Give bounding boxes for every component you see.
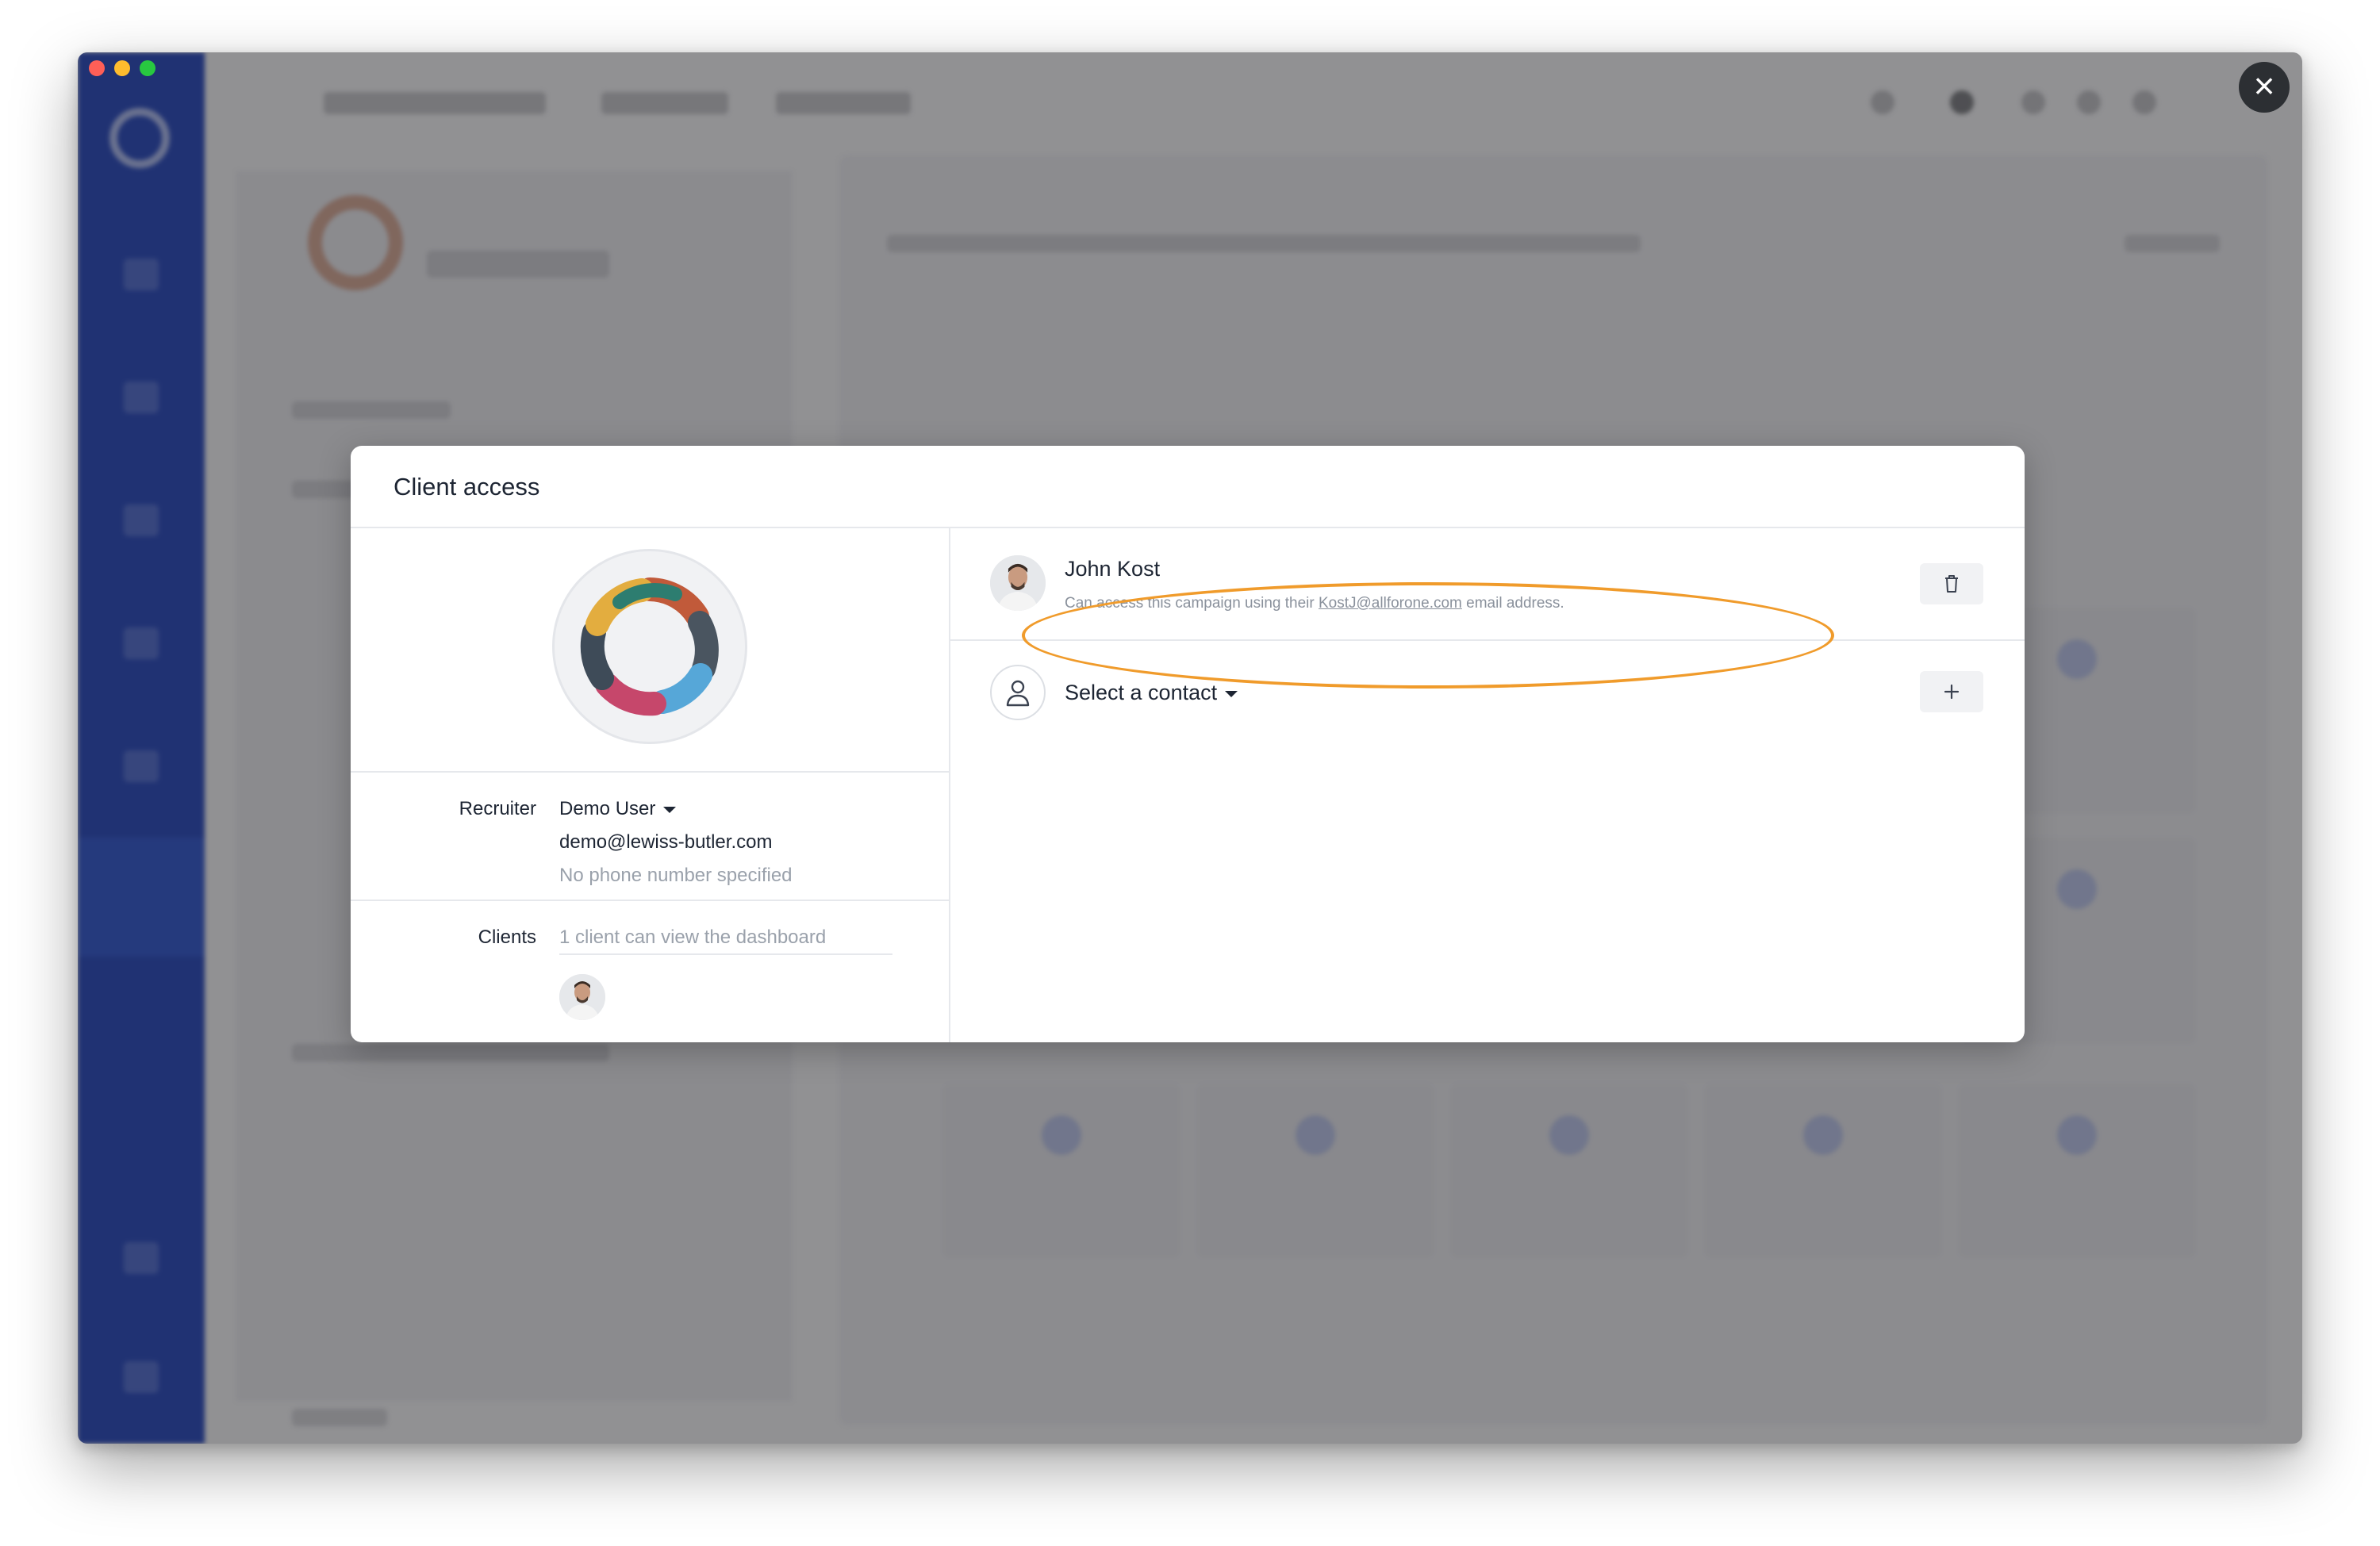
campaign-logo	[552, 549, 747, 744]
recruiter-name: Demo User	[559, 798, 656, 819]
recruiter-phone: No phone number specified	[559, 865, 793, 886]
contact-row: John Kost Can access this campaign using…	[950, 528, 2025, 639]
select-contact-label: Select a contact	[1065, 681, 1218, 704]
add-contact-button[interactable]	[1920, 671, 1983, 712]
divider	[351, 771, 949, 773]
add-contact-row: Select a contact	[950, 641, 2025, 752]
person-icon	[990, 665, 1046, 720]
app-window: × Client access Recruiter Demo User demo…	[78, 52, 2302, 1444]
contact-avatar	[990, 555, 1046, 611]
minimize-window-button[interactable]	[114, 60, 130, 76]
plus-icon	[1944, 684, 1960, 700]
modal-title: Client access	[393, 473, 540, 501]
contact-email-link[interactable]: KostJ@allforone.com	[1319, 595, 1462, 612]
contact-access-description: Can access this campaign using their Kos…	[1065, 595, 1564, 612]
divider	[351, 900, 949, 901]
clients-label: Clients	[478, 926, 536, 948]
hands-ring-icon	[580, 577, 719, 716]
recruiter-email: demo@lewiss-butler.com	[559, 831, 773, 853]
close-window-button[interactable]	[89, 60, 105, 76]
recruiter-label: Recruiter	[459, 798, 536, 819]
caret-down-icon	[663, 806, 677, 813]
contact-name: John Kost	[1065, 557, 1161, 581]
maximize-window-button[interactable]	[140, 60, 155, 76]
client-avatar[interactable]	[559, 974, 605, 1020]
close-icon[interactable]: ×	[2239, 62, 2290, 113]
recruiter-dropdown[interactable]: Demo User	[559, 798, 677, 820]
select-contact-dropdown[interactable]: Select a contact	[1065, 681, 1238, 705]
divider	[559, 953, 892, 955]
window-controls	[89, 60, 155, 76]
caret-down-icon	[1225, 690, 1238, 697]
delete-contact-button[interactable]	[1920, 563, 1983, 604]
trash-icon	[1945, 575, 1958, 593]
clients-summary: 1 client can view the dashboard	[559, 926, 827, 948]
client-access-modal: Client access Recruiter Demo User demo@l…	[351, 446, 2025, 1042]
